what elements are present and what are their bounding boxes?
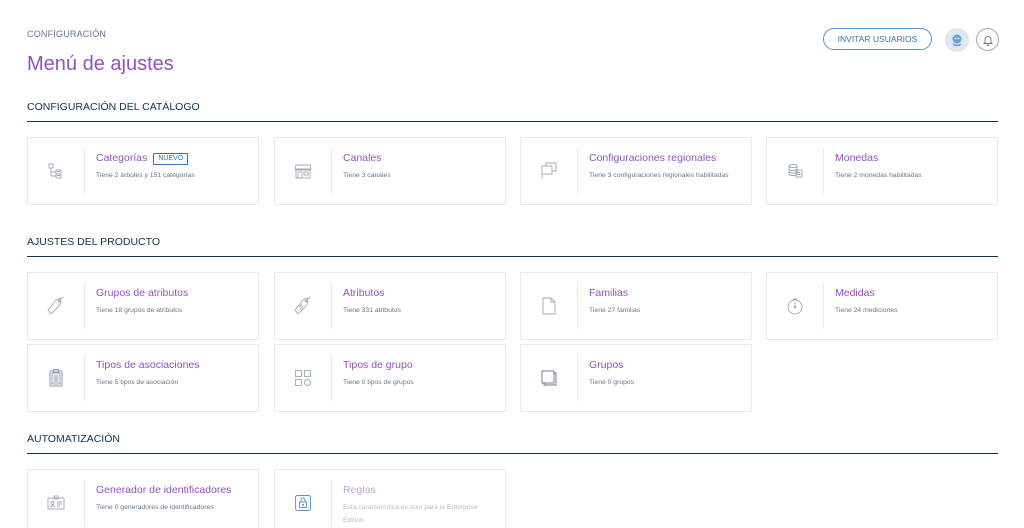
new-badge: NUEVO [153,153,189,165]
tile-configuraciones-regionales[interactable]: Configuraciones regionales Tiene 3 confi… [520,137,752,205]
stacked-squares-icon [521,345,577,411]
grid-icon [275,345,331,411]
tile-description: Tiene 3 configuraciones regionales habil… [589,172,729,179]
page-title: Menú de ajustes [27,53,174,75]
document-icon [521,273,577,339]
tile-reglas: Reglas Esta característica es solo para … [274,469,506,528]
notifications-button[interactable] [976,28,999,51]
tile-description: Tiene 331 atributos [343,307,401,314]
lock-icon [275,470,331,528]
tile-title: Tipos de grupo [343,359,413,371]
tile-title: Generador de identificadores [96,484,232,496]
tile-title: Reglas [343,484,376,496]
tile-generador-de-identificadores[interactable]: Generador de identificadores Tiene 0 gen… [27,469,259,528]
tile-tipos-de-grupo[interactable]: Tipos de grupo Tiene 0 tipos de grupos [274,344,506,412]
tile-description: Tiene 3 canales [343,172,391,179]
tile-familias[interactable]: Familias Tiene 27 familias [520,272,752,340]
user-avatar-icon [952,34,962,47]
store-icon [275,138,331,204]
tile-description: Tiene 2 monedas habilitadas [835,172,922,179]
tile-atributos[interactable]: Atributos Tiene 331 atributos [274,272,506,340]
tile-title: Categorías NUEVO [96,152,189,165]
section-header-catalog: CONFIGURACIÓN DEL CATÁLOGO [27,101,998,122]
tile-description: Tiene 0 tipos de grupos [343,379,414,386]
invite-users-button[interactable]: INVITAR USUARIOS [823,28,932,50]
section-header-product: AJUSTES DEL PRODUCTO [27,236,998,257]
tile-title: Canales [343,152,382,164]
section-header-automation: AUTOMATIZACIÓN [27,433,998,454]
tag-lines-icon [275,273,331,339]
avatar[interactable] [945,28,969,52]
clipboard-icon [28,345,84,411]
tile-categorias[interactable]: Categorías NUEVO Tiene 2 árboles y 151 ca… [27,137,259,205]
tile-description: Tiene 5 tipos de asociación [96,379,179,386]
tile-grupos-de-atributos[interactable]: Grupos de atributos Tiene 18 grupos de a… [27,272,259,340]
tile-description: Tiene 0 grupos [589,379,635,386]
tile-title: Tipos de asociaciones [96,359,200,371]
coins-icon [767,138,823,204]
tile-title: Familias [589,287,629,299]
tile-canales[interactable]: Canales Tiene 3 canales [274,137,506,205]
tile-grupos[interactable]: Grupos Tiene 0 grupos [520,344,752,412]
tile-monedas[interactable]: Monedas Tiene 2 monedas habilitadas [766,137,998,205]
tile-title: Grupos [589,359,624,371]
tile-description: Tiene 2 árboles y 151 categorías [96,172,195,179]
flag-icon [521,138,577,204]
bell-icon [982,35,993,46]
tile-description: Tiene 24 mediciones [835,307,898,314]
tile-description: Tiene 18 grupos de atributos [96,307,183,314]
gauge-icon [767,273,823,339]
tile-description: Esta característica es solo para la Ente… [343,504,478,524]
category-tree-icon [28,138,84,204]
tile-title: Grupos de atributos [96,287,189,299]
tile-title: Configuraciones regionales [589,152,717,164]
tile-title: Monedas [835,152,879,164]
tile-tipos-de-asociaciones[interactable]: Tipos de asociaciones Tiene 5 tipos de a… [27,344,259,412]
tile-title: Medidas [835,287,875,299]
tile-description: Tiene 0 generadores de identificadores [96,504,214,511]
tile-description: Tiene 27 familias [589,307,641,314]
tag-icon [28,273,84,339]
tile-title: Atributos [343,287,385,299]
id-card-icon [28,470,84,528]
tile-title-text: Categorías [96,152,148,164]
breadcrumb[interactable]: CONFIGURACIÓN [27,29,106,39]
tile-medidas[interactable]: Medidas Tiene 24 mediciones [766,272,998,340]
